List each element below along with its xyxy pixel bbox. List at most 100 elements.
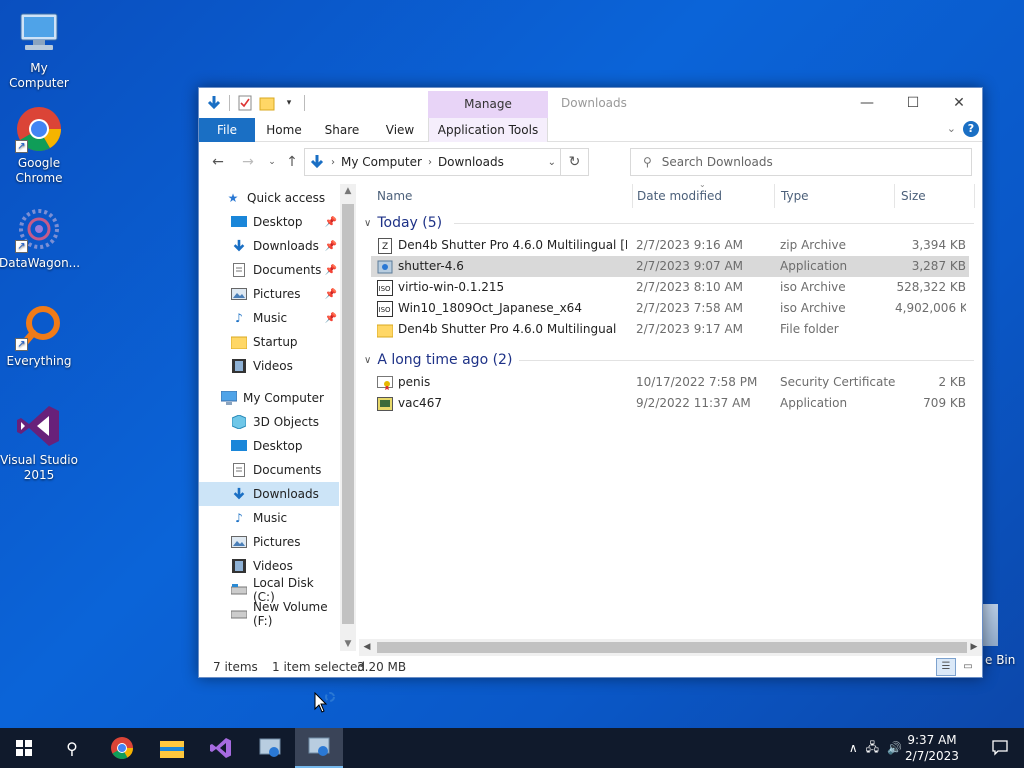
table-row[interactable]: ISO virtio-win-0.1.215 2/7/2023 8:10 AM i… — [371, 277, 969, 298]
window-controls: — ☐ ✕ — [844, 88, 982, 118]
down-arrow-icon[interactable] — [205, 94, 223, 112]
scroll-down-icon[interactable]: ▼ — [340, 639, 356, 649]
table-row-selected[interactable]: shutter-4.6 2/7/2023 9:07 AM Application… — [371, 256, 969, 277]
collapse-chevron-icon[interactable]: ∨ — [364, 355, 371, 366]
column-header-type[interactable]: Type — [775, 184, 895, 208]
pin-icon[interactable]: 📌 — [325, 217, 337, 228]
start-icon[interactable] — [0, 728, 48, 768]
group-header-today[interactable]: ∨ Today (5) — [364, 212, 442, 234]
tab-view[interactable]: View — [375, 118, 425, 142]
desktop-icon-datawagon[interactable]: ↗ DataWagon... — [0, 205, 80, 271]
scroll-right-icon[interactable]: ▶ — [966, 639, 982, 656]
refresh-button[interactable]: ↻ — [560, 149, 588, 175]
network-icon[interactable]: 🖧 — [866, 738, 879, 759]
nav-item-desktop[interactable]: Desktop 📌 — [199, 210, 339, 234]
column-header-size[interactable]: Size — [895, 184, 975, 208]
tab-home[interactable]: Home — [259, 118, 309, 142]
tab-file[interactable]: File — [199, 118, 255, 142]
nav-item-pictures[interactable]: Pictures — [199, 530, 339, 554]
show-hidden-icons-icon[interactable]: ∧ — [849, 741, 858, 755]
pin-icon[interactable]: 📌 — [325, 265, 337, 276]
nav-quick-access[interactable]: ★ Quick access — [199, 186, 339, 210]
scrollbar-thumb[interactable] — [377, 642, 967, 653]
desktop-icon-visual-studio[interactable]: Visual Studio 2015 — [0, 402, 79, 483]
search-icon[interactable]: ⚲ — [48, 728, 96, 768]
nav-my-computer[interactable]: My Computer — [199, 386, 339, 410]
collapse-chevron-icon[interactable]: ∨ — [364, 218, 371, 229]
nav-item-new-volume[interactable]: New Volume (F:) — [199, 600, 339, 628]
search-input[interactable]: ⚲ Search Downloads — [630, 148, 972, 176]
nav-item-music[interactable]: ♪ Music 📌 — [199, 306, 339, 330]
large-icons-view-icon[interactable]: ▭ — [958, 658, 978, 676]
table-row[interactable]: vac467 9/2/2022 11:37 AM Application 709… — [371, 393, 969, 414]
customize-toolbar-icon[interactable]: ▾ — [280, 94, 298, 112]
iso-icon: ISO — [377, 279, 393, 296]
nav-label: Videos — [253, 359, 293, 373]
help-button[interactable]: ? — [963, 121, 979, 137]
visual-studio-icon[interactable] — [197, 728, 245, 768]
status-selected: 1 item selected — [272, 660, 366, 674]
breadcrumb-my-computer[interactable]: My Computer — [341, 155, 422, 169]
navigation-bar: ← → ⌄ ↑ › My Computer › Downloads ⌄ ↻ ⚲ … — [199, 143, 982, 181]
nav-item-startup[interactable]: Startup — [199, 330, 339, 354]
nav-item-desktop[interactable]: Desktop — [199, 434, 339, 458]
file-size: 4,902,006 KB — [895, 301, 966, 315]
shutter-icon[interactable] — [246, 728, 294, 768]
column-header-name[interactable]: Name — [371, 184, 633, 208]
system-tray: ∧ 🖧 🔊 — [849, 728, 902, 768]
nav-item-pictures[interactable]: Pictures 📌 — [199, 282, 339, 306]
nav-item-local-disk[interactable]: Local Disk (C:) — [199, 576, 339, 604]
desktop-icon-everything[interactable]: ↗ Everything — [0, 303, 79, 369]
table-row[interactable]: Z Den4b Shutter Pro 4.6.0 Multilingual [F… — [371, 235, 969, 256]
scroll-up-icon[interactable]: ▲ — [340, 186, 356, 196]
address-dropdown-icon[interactable]: ⌄ — [548, 157, 556, 168]
close-button[interactable]: ✕ — [936, 88, 982, 118]
chrome-icon[interactable] — [98, 728, 146, 768]
nav-label: Pictures — [253, 535, 301, 549]
file-explorer-icon[interactable] — [148, 728, 196, 768]
clock[interactable]: 9:37 AM 2/7/2023 — [902, 732, 962, 764]
shutter-icon[interactable] — [295, 728, 343, 768]
volume-icon[interactable]: 🔊 — [887, 741, 902, 755]
nav-item-videos[interactable]: Videos — [199, 554, 339, 578]
forward-arrow-icon[interactable]: → — [239, 153, 257, 171]
minimize-button[interactable]: — — [844, 88, 890, 118]
pin-icon[interactable]: 📌 — [325, 241, 337, 252]
details-view-icon[interactable]: ☰ — [936, 658, 956, 676]
back-arrow-icon[interactable]: ← — [209, 153, 227, 171]
nav-item-videos[interactable]: Videos — [199, 354, 339, 378]
horizontal-scrollbar[interactable]: ◀ ▶ — [359, 639, 982, 656]
address-bar[interactable]: › My Computer › Downloads ⌄ ↻ — [304, 148, 589, 176]
pin-icon[interactable]: 📌 — [325, 313, 337, 324]
tab-manage[interactable]: Manage — [428, 91, 548, 118]
maximize-button[interactable]: ☐ — [890, 88, 936, 118]
group-header-long-time-ago[interactable]: ∨ A long time ago (2) — [364, 349, 512, 371]
scroll-left-icon[interactable]: ◀ — [359, 639, 375, 656]
nav-item-documents[interactable]: Documents — [199, 458, 339, 482]
svg-text:ISO: ISO — [379, 306, 392, 314]
nav-item-documents[interactable]: Documents 📌 — [199, 258, 339, 282]
recent-locations-icon[interactable]: ⌄ — [263, 153, 281, 171]
nav-pane-scrollbar[interactable]: ▲ ▼ — [340, 184, 356, 651]
table-row[interactable]: penis 10/17/2022 7:58 PM Security Certif… — [371, 372, 969, 393]
pin-icon[interactable]: 📌 — [325, 289, 337, 300]
up-arrow-icon[interactable]: ↑ — [283, 153, 301, 171]
new-folder-icon[interactable] — [258, 94, 276, 112]
notification-center-icon[interactable] — [976, 728, 1024, 768]
nav-item-3d-objects[interactable]: 3D Objects — [199, 410, 339, 434]
group-divider — [519, 360, 974, 361]
table-row[interactable]: ISO Win10_1809Oct_Japanese_x64 2/7/2023 7… — [371, 298, 969, 319]
desktop-icon-my-computer[interactable]: My Computer — [0, 10, 79, 91]
tab-share[interactable]: Share — [317, 118, 367, 142]
nav-item-downloads-selected[interactable]: Downloads — [199, 482, 339, 506]
tab-application-tools[interactable]: Application Tools — [428, 118, 548, 142]
nav-item-downloads[interactable]: Downloads 📌 — [199, 234, 339, 258]
scrollbar-thumb[interactable] — [342, 204, 354, 624]
properties-icon[interactable] — [236, 94, 254, 112]
expand-ribbon-icon[interactable]: ⌄ — [947, 122, 956, 135]
table-row[interactable]: Den4b Shutter Pro 4.6.0 Multilingual 2/7… — [371, 319, 969, 340]
breadcrumb-downloads[interactable]: Downloads — [438, 155, 504, 169]
certificate-icon — [377, 375, 393, 391]
desktop-icon-chrome[interactable]: ↗ Google Chrome — [0, 105, 79, 186]
nav-item-music[interactable]: ♪ Music — [199, 506, 339, 530]
